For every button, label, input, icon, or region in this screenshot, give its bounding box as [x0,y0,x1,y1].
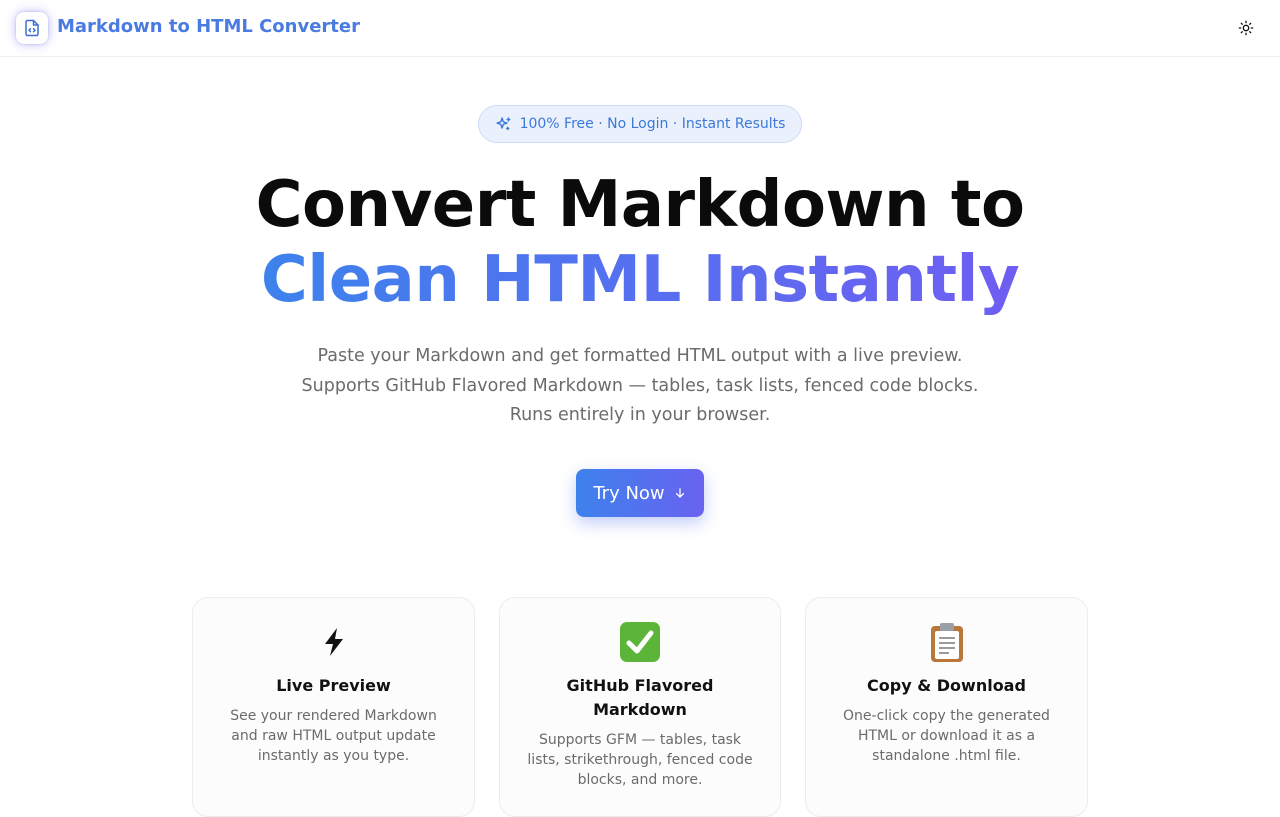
feature-card-live-preview: Live Preview See your rendered Markdown … [192,597,475,817]
hero-badge: 100% Free · No Login · Instant Results [478,105,802,143]
hero-title-line2: Clean HTML Instantly [0,243,1280,317]
feature-title: Live Preview [276,676,391,695]
sun-icon [1238,20,1254,36]
feature-card-gfm: GitHub Flavored Markdown Supports GFM — … [499,597,781,817]
sparkles-icon [495,116,511,130]
feature-description: One-click copy the generated HTML or dow… [843,708,1050,764]
file-code-icon[interactable] [16,12,48,44]
check-mark-icon [500,620,780,664]
try-now-label: Try Now [593,482,665,504]
lightning-icon [193,620,474,664]
feature-description: See your rendered Markdown and raw HTML … [230,708,437,764]
try-now-button[interactable]: Try Now [576,469,704,517]
badge-text: 100% Free · No Login · Instant Results [519,116,786,132]
feature-title: GitHub Flavored Markdown [566,676,714,719]
feature-title: Copy & Download [867,676,1026,695]
feature-card-copy-download: Copy & Download One-click copy the gener… [805,597,1088,817]
top-nav: Markdown to HTML Converter [0,0,1280,57]
hero-title-line1: Convert Markdown to [255,168,1025,242]
theme-toggle-button[interactable] [1234,16,1258,40]
hero-title-gradient: Clean HTML Instantly [260,243,1020,317]
brand-link[interactable]: Markdown to HTML Converter [57,16,360,37]
clipboard-icon [806,620,1087,664]
hero-subtitle: Paste your Markdown and get formatted HT… [301,346,979,425]
feature-description: Supports GFM — tables, task lists, strik… [527,732,753,788]
arrow-down-icon [675,488,684,498]
